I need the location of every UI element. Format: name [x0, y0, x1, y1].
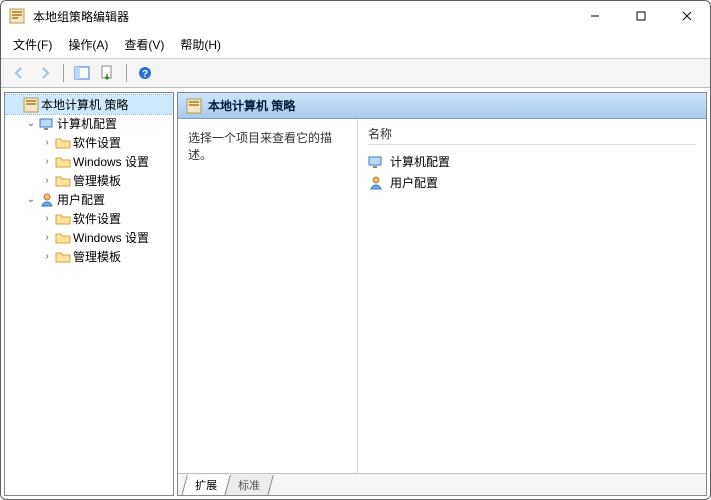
- tree-pane[interactable]: 本地计算机 策略 ⌄ 计算机配置 › 软件设置 › Windows 设置 › 管理模板: [4, 92, 174, 496]
- tree-node-software[interactable]: › 软件设置: [37, 133, 173, 152]
- user-icon: [39, 192, 55, 208]
- show-hide-tree-button[interactable]: [70, 62, 94, 84]
- tree-node-label: 软件设置: [73, 210, 121, 227]
- tab-standard[interactable]: 标准: [224, 475, 274, 496]
- tree-node-templates[interactable]: › 管理模板: [37, 247, 173, 266]
- tree-node-label: Windows 设置: [73, 153, 149, 170]
- expand-toggle[interactable]: ›: [41, 156, 53, 167]
- minimize-button[interactable]: [572, 1, 618, 31]
- tree-node-label: 本地计算机 策略: [41, 96, 128, 113]
- folder-icon: [55, 173, 71, 189]
- tree-node-label: 管理模板: [73, 248, 121, 265]
- details-title: 本地计算机 策略: [208, 97, 295, 114]
- expand-toggle[interactable]: ›: [41, 251, 53, 262]
- menubar: 文件(F) 操作(A) 查看(V) 帮助(H): [1, 31, 710, 59]
- menu-action[interactable]: 操作(A): [60, 33, 116, 56]
- menu-view[interactable]: 查看(V): [116, 33, 172, 56]
- list-item[interactable]: 用户配置: [368, 172, 696, 193]
- tree-node-label: 用户配置: [57, 191, 105, 208]
- toolbar-separator: [63, 64, 64, 82]
- tab-extended[interactable]: 扩展: [181, 475, 231, 496]
- list-item[interactable]: 计算机配置: [368, 151, 696, 172]
- tree-node-software[interactable]: › 软件设置: [37, 209, 173, 228]
- tree-root[interactable]: 本地计算机 策略: [5, 95, 173, 114]
- maximize-button[interactable]: [618, 1, 664, 31]
- details-header: 本地计算机 策略: [178, 93, 706, 119]
- tree-node-label: 计算机配置: [57, 115, 117, 132]
- svg-text:?: ?: [142, 69, 148, 80]
- main-area: 本地计算机 策略 ⌄ 计算机配置 › 软件设置 › Windows 设置 › 管理模板: [1, 88, 710, 499]
- list-panel: 名称 计算机配置 用户配置: [358, 119, 706, 473]
- help-button[interactable]: ?: [133, 62, 157, 84]
- folder-icon: [55, 249, 71, 265]
- folder-icon: [55, 211, 71, 227]
- app-icon: [9, 8, 25, 24]
- computer-icon: [39, 116, 55, 132]
- menu-file[interactable]: 文件(F): [5, 33, 60, 56]
- tree-node-label: 软件设置: [73, 134, 121, 151]
- tree-node-label: 管理模板: [73, 172, 121, 189]
- toolbar-separator: [126, 64, 127, 82]
- tree-computer-config[interactable]: ⌄ 计算机配置: [21, 114, 173, 133]
- expand-toggle[interactable]: ⌄: [25, 194, 37, 205]
- view-tabs: 扩展 标准: [178, 473, 706, 495]
- menu-help[interactable]: 帮助(H): [172, 33, 229, 56]
- list-item-label: 计算机配置: [390, 153, 450, 170]
- window-title: 本地组策略编辑器: [33, 8, 572, 25]
- folder-icon: [55, 154, 71, 170]
- export-list-button[interactable]: [96, 62, 120, 84]
- list-item-label: 用户配置: [390, 174, 438, 191]
- nav-forward-button[interactable]: [33, 62, 57, 84]
- details-pane: 本地计算机 策略 选择一个项目来查看它的描述。 名称 计算机配置 用户配置 扩展…: [177, 92, 707, 496]
- folder-icon: [55, 230, 71, 246]
- expand-toggle[interactable]: ›: [41, 137, 53, 148]
- expand-toggle[interactable]: ›: [41, 232, 53, 243]
- user-icon: [368, 175, 384, 191]
- toolbar: ?: [1, 59, 710, 88]
- description-panel: 选择一个项目来查看它的描述。: [178, 119, 358, 473]
- list-column-header[interactable]: 名称: [368, 125, 696, 145]
- tree-node-label: Windows 设置: [73, 229, 149, 246]
- expand-toggle[interactable]: ›: [41, 213, 53, 224]
- tree-node-templates[interactable]: › 管理模板: [37, 171, 173, 190]
- titlebar: 本地组策略编辑器: [1, 1, 710, 31]
- folder-icon: [55, 135, 71, 151]
- nav-back-button[interactable]: [7, 62, 31, 84]
- computer-icon: [368, 154, 384, 170]
- close-button[interactable]: [664, 1, 710, 31]
- description-text: 选择一个项目来查看它的描述。: [188, 131, 332, 162]
- policy-icon: [186, 98, 202, 114]
- expand-toggle[interactable]: ›: [41, 175, 53, 186]
- policy-icon: [23, 97, 39, 113]
- tree-node-windows[interactable]: › Windows 设置: [37, 152, 173, 171]
- expand-toggle[interactable]: ⌄: [25, 118, 37, 129]
- tree-user-config[interactable]: ⌄ 用户配置: [21, 190, 173, 209]
- tree-node-windows[interactable]: › Windows 设置: [37, 228, 173, 247]
